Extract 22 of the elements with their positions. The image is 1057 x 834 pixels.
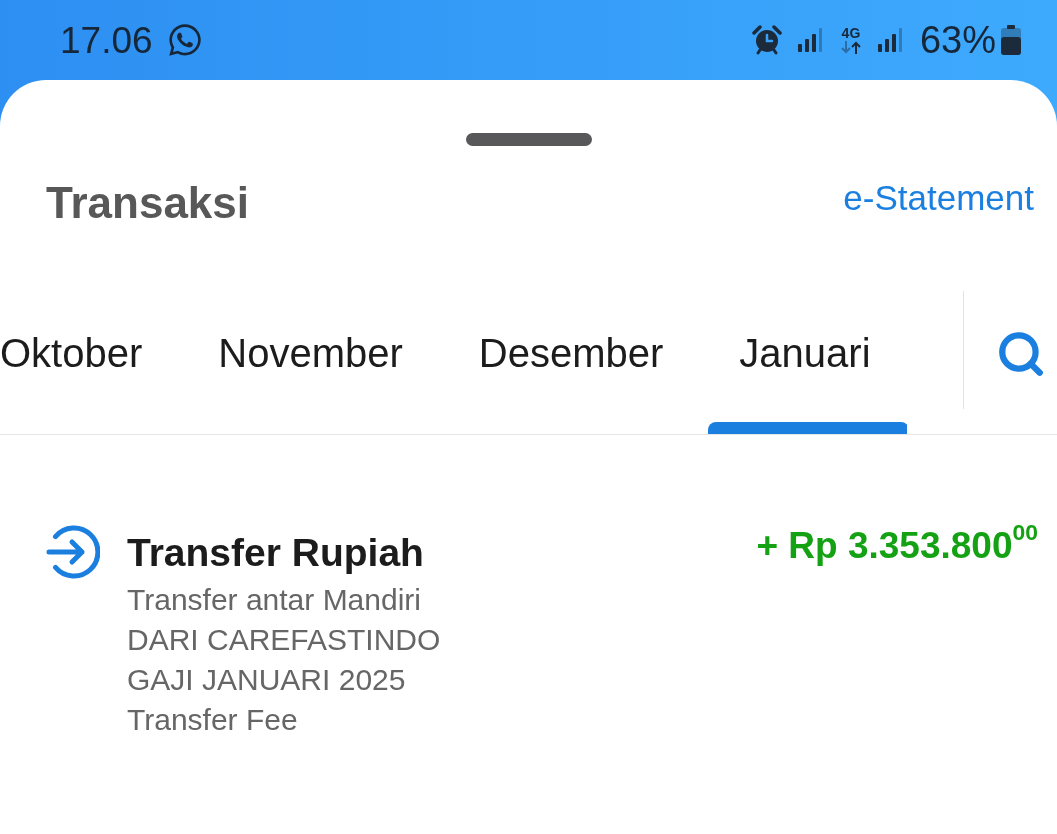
- transaction-amount: + Rp 3.353.800$^{00}$: [756, 527, 1038, 564]
- clock-time: 17.06: [60, 21, 153, 59]
- battery-percent: 63%: [919, 21, 996, 59]
- phone-chat-bubble-icon: [166, 22, 203, 58]
- network-type: 4G: [841, 26, 861, 40]
- month-tab[interactable]: Desember: [440, 289, 702, 434]
- battery-icon: [1000, 25, 1022, 55]
- data-arrows-icon: [839, 41, 862, 54]
- transaction-title: Transfer Rupiah: [127, 532, 424, 572]
- alarm-clock-icon: [751, 25, 782, 55]
- month-tab[interactable]: Januari: [701, 289, 907, 434]
- signal-bars-icon: [797, 28, 824, 52]
- month-tab[interactable]: Oktober: [0, 289, 181, 434]
- signal-bars-icon: [877, 28, 904, 52]
- transaction-detail: Transfer Fee: [127, 702, 298, 738]
- transaction-detail: DARI CAREFASTINDO: [127, 622, 441, 658]
- drag-handle[interactable]: [465, 133, 592, 146]
- transaction-detail: GAJI JANUARI 2025: [127, 662, 406, 698]
- month-tab[interactable]: November: [180, 289, 441, 434]
- page-title: Transaksi: [46, 180, 250, 226]
- e-statement-link[interactable]: e-Statement: [843, 178, 1034, 218]
- transaction-detail: Transfer antar Mandiri: [127, 582, 421, 618]
